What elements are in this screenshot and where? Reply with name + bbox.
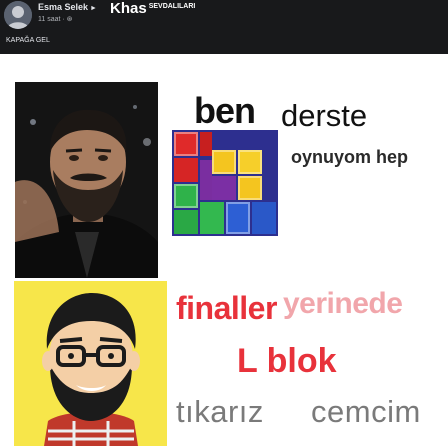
group-name[interactable]: Khas SEVDALILARI (110, 0, 195, 17)
text-finaller: finaller (176, 290, 277, 326)
text-yerinede: yerinede (283, 287, 403, 320)
text-cemcim: cemcim (311, 394, 421, 429)
group-title[interactable]: Khas (110, 0, 147, 17)
post-author[interactable]: Esma Selek ► (38, 2, 97, 12)
meme-image[interactable]: ben derste oynuyom hep finaller yerinede… (0, 54, 448, 446)
text-ben: ben (194, 90, 256, 131)
text-l-blok: L blok (237, 342, 337, 380)
author-name[interactable]: Esma Selek (38, 2, 88, 12)
post-header: Esma Selek ► Khas SEVDALILARI 11 saat · ⊛ … (0, 0, 448, 54)
text-tikariz: tıkarız (176, 394, 264, 429)
user-avatar-icon[interactable] (4, 1, 32, 29)
author-arrow: ► (90, 5, 97, 12)
tetris-blocks-image (172, 130, 278, 236)
tetris-blocks-svg (172, 130, 278, 236)
group-subtitle[interactable]: SEVDALILARI (149, 3, 196, 10)
bearded-man-photo (15, 82, 158, 278)
post-text: KAPAĞA GEL (6, 37, 50, 44)
bearded-glasses-cartoon (14, 281, 167, 446)
text-derste: derste (281, 98, 368, 133)
text-oynuyom-hep: oynuyom hep (291, 147, 409, 167)
post-timestamp[interactable]: 11 saat · ⊛ (38, 15, 73, 23)
